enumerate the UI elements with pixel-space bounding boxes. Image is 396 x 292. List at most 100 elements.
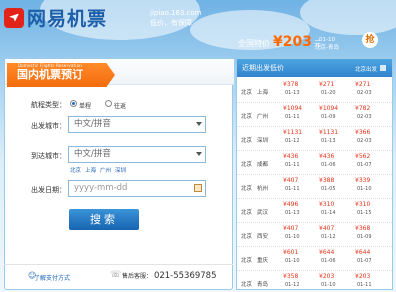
fare-price[interactable]: ¥601 <box>283 249 298 256</box>
route-to: 重庆 <box>257 258 269 264</box>
fare-date: 01-15 <box>357 210 372 216</box>
fare-date: 01-09 <box>321 114 336 120</box>
price-row[interactable]: 北京 上海 ¥378 01-13 ¥271 01-20 ¥271 02-03 <box>237 79 392 103</box>
from-city-input[interactable]: 中文/拼音 <box>68 116 206 133</box>
one-way-label[interactable]: 单程 <box>79 101 91 110</box>
price-row[interactable]: 北京 武汉 ¥496 01-13 ¥310 01-14 ¥310 01-15 <box>237 199 392 223</box>
fare-price[interactable]: ¥562 <box>355 153 370 160</box>
route-from: 北京 <box>241 234 253 240</box>
to-city-input[interactable]: 中文/拼音 <box>68 146 206 163</box>
fare-price[interactable]: ¥436 <box>283 153 298 160</box>
route-to: 成都 <box>257 162 269 168</box>
fare-price[interactable]: ¥378 <box>283 81 298 88</box>
fare-price[interactable]: ¥271 <box>355 81 370 88</box>
fare-price[interactable]: ¥436 <box>319 153 334 160</box>
route-from: 北京 <box>241 90 253 96</box>
price-row[interactable]: 北京 成都 ¥436 01-11 ¥436 01-06 ¥562 01-07 <box>237 151 392 175</box>
from-city-label: 出发城市： <box>31 122 66 130</box>
fare-price[interactable]: ¥496 <box>283 201 298 208</box>
departure-date-input[interactable]: yyyy-mm-dd <box>68 180 206 197</box>
route-to: 西安 <box>257 234 269 240</box>
site-domain: jipiao.163.com <box>150 9 202 17</box>
route-to: 青岛 <box>257 282 269 288</box>
departure-city-selector[interactable]: 北京出发 <box>355 65 387 73</box>
fare-date: 01-11 <box>285 186 300 192</box>
fare-date: 01-10 <box>285 258 300 264</box>
promo-date: 01-10 <box>319 37 335 43</box>
fare-date: 01-10 <box>321 282 336 288</box>
site-logo[interactable]: 网易机票 <box>4 4 107 31</box>
fare-price[interactable]: ¥310 <box>319 201 334 208</box>
fare-date: 01-09 <box>357 234 372 240</box>
route-from: 北京 <box>241 162 253 168</box>
hot-city-link[interactable]: 北京 <box>70 166 81 174</box>
fare-price[interactable]: ¥407 <box>319 225 334 232</box>
route-to: 武汉 <box>257 210 269 216</box>
fare-price[interactable]: ¥310 <box>355 201 370 208</box>
fare-price[interactable]: ¥1131 <box>319 129 338 136</box>
promo-label: 全国特价 <box>238 39 270 48</box>
fare-price[interactable]: ¥368 <box>355 225 370 232</box>
search-button[interactable]: 搜索 <box>69 209 139 230</box>
price-row[interactable]: 北京 重庆 ¥601 01-10 ¥644 01-06 ¥644 01-07 <box>237 247 392 271</box>
one-way-radio[interactable] <box>70 100 77 107</box>
grab-deal-button[interactable]: 抢 <box>362 32 378 48</box>
trip-type-label: 航程类型： <box>31 101 66 109</box>
to-city-label: 到达城市： <box>31 152 66 160</box>
site-slogan: 低价，有保障 <box>150 19 192 27</box>
price-panel-header: 近期出发低价 北京出发 <box>237 59 392 77</box>
fare-price[interactable]: ¥366 <box>355 129 370 136</box>
hot-city-link[interactable]: 上海 <box>85 166 96 174</box>
price-row[interactable]: 北京 杭州 ¥407 01-11 ¥388 01-05 ¥339 01-10 <box>237 175 392 199</box>
fare-price[interactable]: ¥358 <box>283 273 298 280</box>
fare-price[interactable]: ¥203 <box>355 273 370 280</box>
price-row[interactable]: 北京 深圳 ¥1131 01-12 ¥1131 01-13 ¥366 02-03 <box>237 127 392 151</box>
price-row[interactable]: 北京 青岛 ¥358 01-12 ¥203 01-10 ¥203 01-11 <box>237 271 392 292</box>
chevron-down-icon[interactable] <box>196 122 202 126</box>
route-to: 深圳 <box>257 138 269 144</box>
fare-date: 01-07 <box>357 258 372 264</box>
route-from: 北京 <box>241 258 253 264</box>
special-price-banner: 全国特价 ¥203 元 <box>238 34 321 50</box>
calendar-icon[interactable] <box>194 184 202 192</box>
hotline-label: 售后客服： <box>122 273 153 280</box>
fare-price[interactable]: ¥388 <box>319 177 334 184</box>
from-city-placeholder: 中文/拼音 <box>74 119 111 129</box>
fare-price[interactable]: ¥271 <box>319 81 334 88</box>
hot-city-link[interactable]: 广州 <box>100 166 111 174</box>
fare-price[interactable]: ¥407 <box>283 177 298 184</box>
fare-date: 01-11 <box>285 114 300 120</box>
round-trip-label[interactable]: 往返 <box>114 101 126 110</box>
round-trip-radio[interactable] <box>105 100 112 107</box>
price-row[interactable]: 北京 西安 ¥407 01-10 ¥407 01-12 ¥368 01-09 <box>237 223 392 247</box>
phone-icon: ☏ <box>110 270 122 280</box>
promo-price: ¥203 <box>273 34 312 50</box>
fare-date: 02-03 <box>357 114 372 120</box>
fare-price[interactable]: ¥1094 <box>283 105 302 112</box>
fare-date: 01-13 <box>285 210 300 216</box>
logo-subtitle: jipiao.163.com 低价，有保障 <box>150 8 202 28</box>
fare-date: 01-20 <box>321 90 336 96</box>
fare-price[interactable]: ¥407 <box>283 225 298 232</box>
fare-price[interactable]: ¥339 <box>355 177 370 184</box>
route-from: 北京 <box>241 114 253 120</box>
fare-price[interactable]: ¥644 <box>319 249 334 256</box>
chevron-down-icon[interactable] <box>196 152 202 156</box>
route-from: 北京 <box>241 282 253 288</box>
route-from: 北京 <box>241 138 253 144</box>
fare-price[interactable]: ¥1131 <box>283 129 302 136</box>
fare-date: 01-12 <box>285 282 300 288</box>
hot-city-link[interactable]: 深圳 <box>115 166 126 174</box>
fare-date: 01-11 <box>357 282 372 288</box>
fare-date: 01-06 <box>321 162 336 168</box>
price-row[interactable]: 北京 广州 ¥1094 01-11 ¥1094 01-09 ¥782 02-03 <box>237 103 392 127</box>
hotline-number: 021-55369785 <box>153 271 217 281</box>
payment-methods-link[interactable]: 了解支付方式 <box>34 273 70 282</box>
cloud-decoration <box>300 0 396 35</box>
fare-price[interactable]: ¥782 <box>355 105 370 112</box>
fare-price[interactable]: ¥1094 <box>319 105 338 112</box>
to-city-placeholder: 中文/拼音 <box>74 149 111 159</box>
fare-date: 01-14 <box>321 210 336 216</box>
fare-price[interactable]: ¥644 <box>355 249 370 256</box>
fare-price[interactable]: ¥203 <box>319 273 334 280</box>
